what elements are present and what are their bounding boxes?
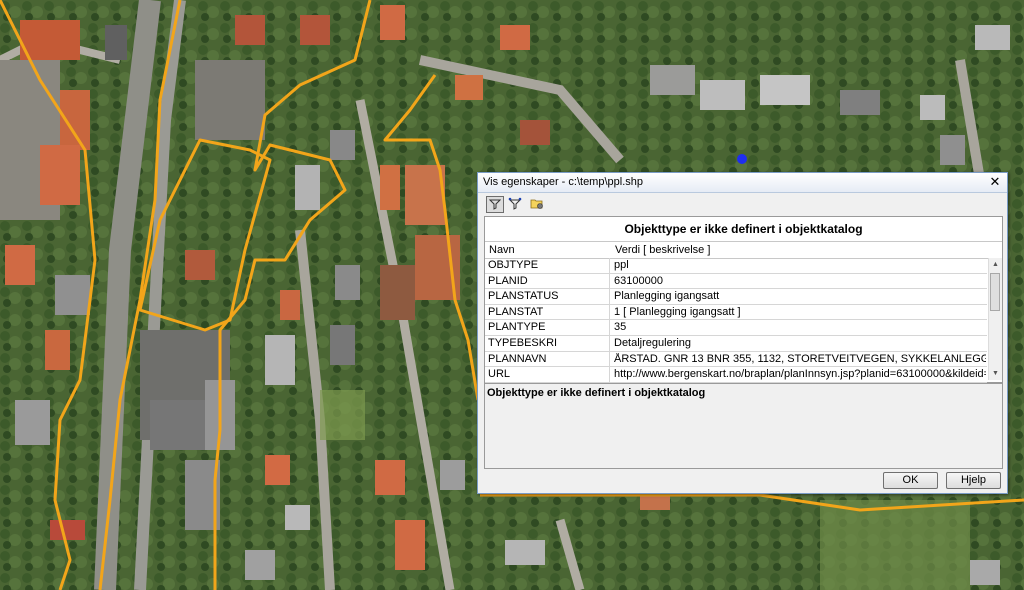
table-row[interactable]: PLANTYPE 35 bbox=[485, 320, 987, 336]
column-header-name[interactable]: Navn bbox=[489, 244, 515, 256]
row-value: 63100000 bbox=[614, 274, 663, 287]
object-type-heading: Objekttype er ikke definert i objektkata… bbox=[485, 217, 1002, 242]
row-key: URL bbox=[488, 368, 511, 381]
folder-settings-icon bbox=[530, 199, 543, 209]
table-row[interactable]: TYPEBESKRI Detaljregulering bbox=[485, 335, 987, 352]
row-key: PLANNAVN bbox=[488, 352, 547, 365]
table-scrollbar[interactable]: ▲ ▼ bbox=[988, 258, 1002, 380]
scroll-thumb[interactable] bbox=[990, 273, 1000, 311]
ok-button[interactable]: OK bbox=[883, 472, 938, 489]
row-value: 35 bbox=[614, 321, 627, 334]
column-header-value[interactable]: Verdi [ beskrivelse ] bbox=[615, 244, 710, 256]
table-row[interactable]: PLANNAVN ÅRSTAD. GNR 13 BNR 355, 1132, ST… bbox=[485, 351, 987, 368]
row-value: Detaljregulering bbox=[614, 336, 692, 349]
help-button[interactable]: Hjelp bbox=[946, 472, 1001, 489]
row-key: PLANSTAT bbox=[488, 305, 544, 318]
table-row[interactable]: OBJTYPE ppl bbox=[485, 258, 987, 274]
dialog-titlebar[interactable]: Vis egenskaper - c:\temp\ppl.shp ✕ bbox=[478, 173, 1007, 193]
row-value: 1 [ Planlegging igangsatt ] bbox=[614, 305, 741, 318]
dialog-toolbar bbox=[478, 193, 1007, 215]
table-row[interactable]: URL http://www.bergenskart.no/braplan/pla… bbox=[485, 367, 987, 383]
row-key: OBJTYPE bbox=[488, 259, 539, 271]
table-header: Navn Verdi [ beskrivelse ] bbox=[485, 242, 1002, 259]
attribute-table: Objekttype er ikke definert i objektkata… bbox=[484, 216, 1003, 383]
scroll-down-icon[interactable]: ▼ bbox=[989, 367, 1002, 380]
description-panel: Objekttype er ikke definert i objektkata… bbox=[484, 383, 1003, 469]
row-key: TYPEBESKRI bbox=[488, 336, 558, 349]
row-key: PLANID bbox=[488, 274, 528, 287]
row-value: Planlegging igangsatt bbox=[614, 290, 720, 303]
row-value: ppl bbox=[614, 259, 629, 271]
row-value: ÅRSTAD. GNR 13 BNR 355, 1132, STORETVEIT… bbox=[614, 352, 986, 365]
row-value: http://www.bergenskart.no/braplan/planIn… bbox=[614, 368, 986, 381]
table-body: OBJTYPE ppl PLANID 63100000 PLANSTATUS Plan… bbox=[485, 258, 987, 383]
filter-points-icon bbox=[508, 197, 522, 210]
filter-button[interactable] bbox=[486, 196, 504, 213]
folder-settings-button[interactable] bbox=[528, 196, 546, 213]
description-text: Objekttype er ikke definert i objektkata… bbox=[487, 387, 706, 399]
row-key: PLANSTATUS bbox=[488, 290, 559, 303]
properties-dialog: Vis egenskaper - c:\temp\ppl.shp ✕ Objek… bbox=[477, 172, 1008, 494]
table-row[interactable]: PLANSTATUS Planlegging igangsatt bbox=[485, 289, 987, 305]
dialog-title: Vis egenskaper - c:\temp\ppl.shp bbox=[483, 176, 643, 188]
close-icon[interactable]: ✕ bbox=[987, 174, 1003, 190]
table-row[interactable]: PLANID 63100000 bbox=[485, 273, 987, 290]
filter-icon bbox=[489, 199, 501, 210]
table-row[interactable]: PLANSTAT 1 [ Planlegging igangsatt ] bbox=[485, 304, 987, 321]
filter-points-button[interactable] bbox=[506, 196, 524, 213]
row-key: PLANTYPE bbox=[488, 321, 546, 334]
scroll-up-icon[interactable]: ▲ bbox=[989, 258, 1002, 271]
